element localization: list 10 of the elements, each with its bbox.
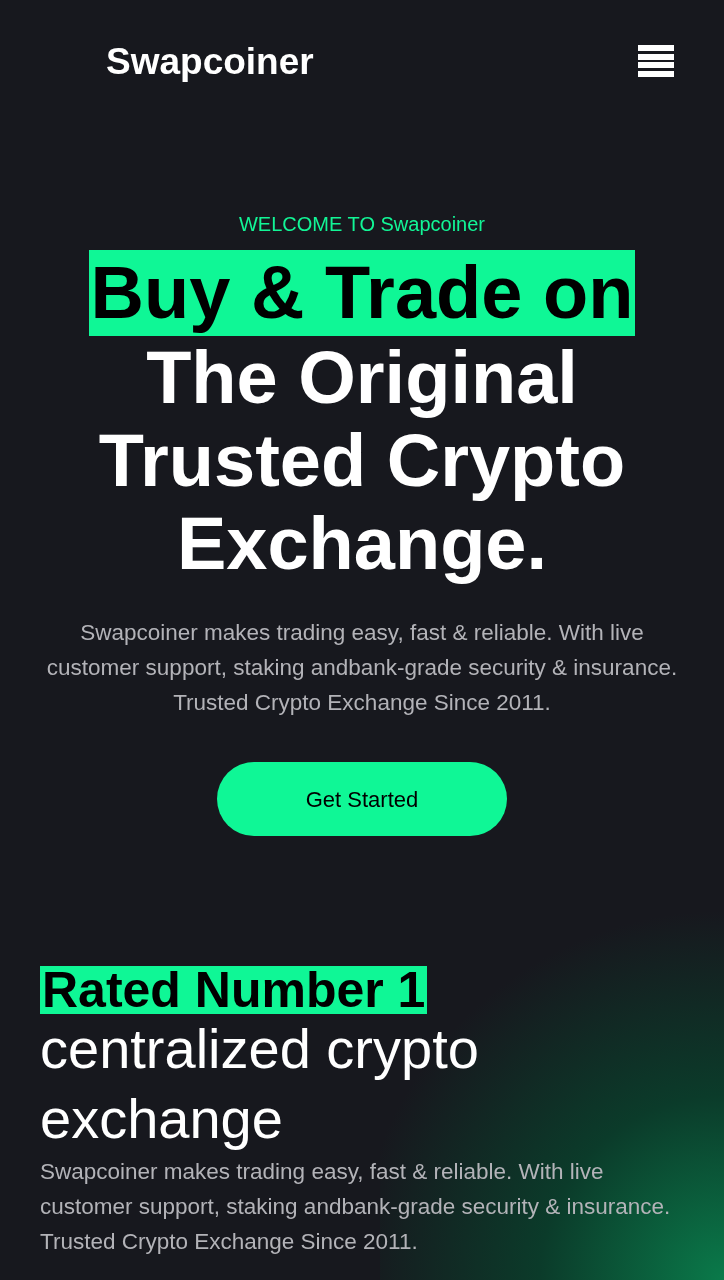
- headline: The Original Trusted Crypto Exchange.: [97, 336, 627, 585]
- logo[interactable]: Swapcoiner: [106, 42, 314, 80]
- headline-highlight: Buy & Trade on: [88, 250, 636, 336]
- section-heading: centralized crypto exchange: [40, 1016, 480, 1152]
- hero-description: Swapcoiner makes trading easy, fast & reliable. With live customer support, staking andbank-grade security & insurance. Trusted Crypto Exchange Since 2011.: [45, 619, 679, 717]
- get-started-button[interactable]: Get Started: [217, 762, 507, 836]
- section-description: Swapcoiner makes trading easy, fast & reliable. With live customer support, staking andbank-grade security & insurance. Trusted Crypto Exchange Since 2011.: [40, 1158, 672, 1256]
- heading-highlight: Rated Number 1: [40, 966, 428, 1014]
- menu-icon[interactable]: [638, 45, 674, 77]
- eyebrow-text: WELCOME TO Swapcoiner: [239, 214, 485, 234]
